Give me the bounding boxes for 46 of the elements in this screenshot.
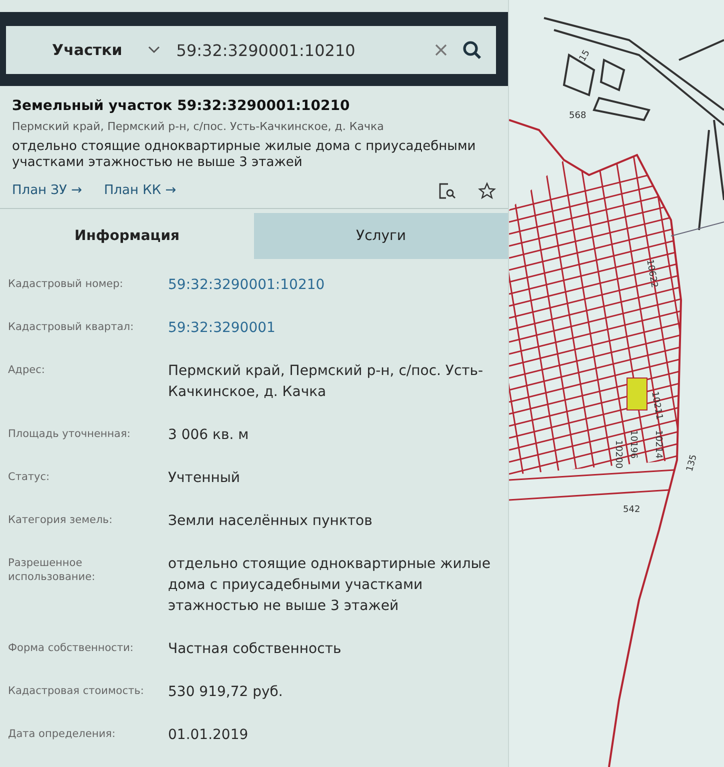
- field-label: Дата определения:: [8, 726, 116, 741]
- field-value: отдельно стоящие одноквартирные жилые дома с приусадебными участками этажностью не выше 3 этажей: [168, 554, 492, 616]
- field-label: Форма собственности:: [8, 640, 134, 655]
- map-label: 135: [685, 454, 700, 473]
- field-value: Учтенный: [168, 468, 242, 488]
- field-value: Земли населённых пунктов: [168, 512, 374, 530]
- document-search-icon[interactable]: [438, 182, 456, 200]
- search-field[interactable]: 59:32:3290001:10210: [174, 40, 420, 60]
- field-value: 01.01.2019: [168, 726, 250, 744]
- field-label: Площадь уточненная:: [8, 426, 132, 441]
- map-label: 10622: [644, 258, 659, 289]
- field-label: Статус:: [8, 470, 51, 484]
- field-label: Кадастровая стоимость:: [8, 684, 145, 698]
- parcel-usage: отдельно стоящие одноквартирные жилые дома с приусадебными участками этажностью не выше 3 этажей: [12, 139, 477, 172]
- plan-link[interactable]: План КК →: [104, 183, 176, 198]
- field-label: Категория земель:: [8, 512, 114, 527]
- map-label: 542: [623, 505, 640, 515]
- map-label: 10200: [613, 440, 623, 469]
- plan-link[interactable]: План ЗУ →: [12, 183, 82, 198]
- field-label: Кадастровый квартал:: [8, 320, 135, 334]
- category-dropdown[interactable]: Участки: [20, 41, 160, 59]
- field-label: Кадастровый номер:: [8, 276, 124, 291]
- map-label: 10214: [653, 430, 663, 459]
- search-icon[interactable]: [462, 40, 482, 60]
- chevron-down-icon: [148, 46, 160, 54]
- map-label: 15: [578, 48, 592, 64]
- close-icon[interactable]: [434, 43, 448, 57]
- star-icon[interactable]: [478, 182, 496, 200]
- map-label: 10211: [649, 390, 664, 421]
- field-value: 530 919,72 руб.: [168, 682, 284, 702]
- field-link[interactable]: 59:32:3290001:10210: [168, 274, 492, 296]
- map-label: 568: [569, 111, 586, 121]
- parcel-title: Земельный участок 59:32:3290001:10210: [12, 98, 351, 114]
- tab[interactable]: Информация: [0, 212, 254, 258]
- field-value: Частная собственность: [168, 640, 342, 658]
- field-label: Адрес:: [8, 362, 46, 377]
- selected-plot[interactable]: [626, 378, 648, 410]
- cadastral-map[interactable]: 15 568 10622 10211 10196 10214 10200 542 135: [508, 0, 724, 767]
- field-value: 3 006 кв. м: [168, 426, 250, 444]
- field-link[interactable]: 59:32:3290001: [168, 318, 492, 338]
- boundary-line: [670, 222, 724, 236]
- tab[interactable]: Услуги: [254, 212, 508, 258]
- field-value: Пермский край, Пермский р-н, с/пос. Усть-Качкинское, д. Качка: [168, 362, 484, 402]
- field-label: Разрешенное использование:: [8, 556, 96, 584]
- map-label: 10196: [628, 430, 638, 459]
- parcel-address: Пермский край, Пермский р-н, с/пос. Усть-Качкинское, д. Качка: [12, 120, 385, 133]
